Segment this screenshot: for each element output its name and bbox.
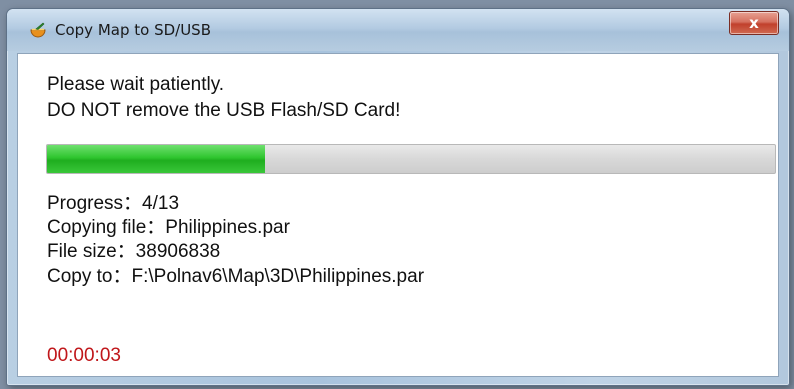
- warning-message: DO NOT remove the USB Flash/SD Card!: [47, 100, 401, 121]
- title-bar[interactable]: Copy Map to SD/USB x: [7, 9, 789, 51]
- window-title: Copy Map to SD/USB: [55, 21, 211, 39]
- close-button[interactable]: x: [729, 11, 779, 35]
- wait-message: Please wait patiently.: [47, 74, 225, 95]
- file-size: File size：38906838: [47, 241, 221, 262]
- copy-map-dialog: Copy Map to SD/USB x Please wait patient…: [6, 8, 790, 386]
- app-map-icon: [29, 21, 47, 39]
- copying-file: Copying file：Philippines.par: [47, 217, 290, 238]
- copy-destination: Copy to：F:\Polnav6\Map\3D\Philippines.pa…: [47, 266, 425, 287]
- elapsed-timer: 00:00:03: [47, 345, 121, 366]
- progress-count: Progress：4/13: [47, 193, 180, 214]
- dialog-content: Please wait patiently. DO NOT remove the…: [17, 53, 779, 377]
- close-icon: x: [749, 14, 759, 32]
- progress-bar: [46, 144, 776, 174]
- progress-bar-fill: [47, 145, 266, 173]
